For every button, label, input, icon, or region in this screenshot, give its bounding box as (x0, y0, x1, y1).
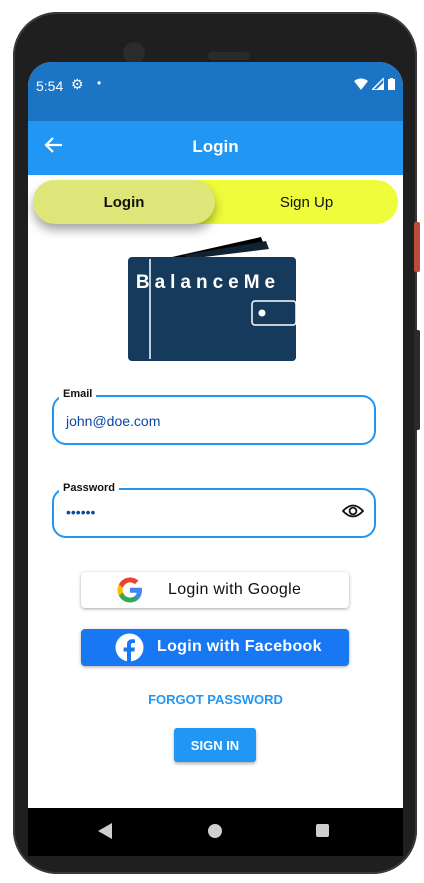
status-icons (354, 78, 395, 90)
signal-icon (372, 78, 384, 90)
app-bar: Login (28, 121, 403, 175)
page-title: Login (192, 137, 239, 156)
facebook-icon (115, 633, 144, 662)
nav-home-icon[interactable] (208, 824, 222, 838)
facebook-label: Login with Facebook (157, 638, 322, 655)
status-bar: 5:54 ⚙ • (28, 62, 403, 121)
system-nav-bar (28, 808, 403, 856)
volume-button (414, 330, 420, 430)
app-screen: 5:54 ⚙ • Login Login Sign Up BalanceMe j… (28, 62, 403, 808)
tab-signup[interactable]: Sign Up (215, 180, 398, 224)
tab-login[interactable]: Login (33, 180, 215, 224)
speaker (208, 52, 250, 60)
status-time: 5:54 (36, 78, 64, 94)
google-icon (117, 577, 142, 603)
sign-in-button[interactable]: SIGN IN (174, 728, 256, 762)
auth-tabs: Login Sign Up (33, 180, 398, 224)
email-field[interactable]: john@doe.com (52, 395, 376, 445)
email-value: john@doe.com (66, 413, 161, 429)
password-label: Password (59, 482, 119, 494)
login-google-button[interactable]: Login with Google (81, 572, 349, 608)
battery-icon (388, 78, 395, 90)
login-facebook-button[interactable]: Login with Facebook (81, 629, 349, 666)
wifi-icon (354, 78, 368, 90)
password-value: •••••• (66, 504, 96, 520)
wallet-logo (128, 237, 297, 361)
notification-dot: • (97, 76, 102, 90)
nav-back-icon[interactable] (98, 823, 112, 839)
logo-text: BalanceMe (135, 272, 281, 293)
nav-recents-icon[interactable] (316, 824, 329, 837)
forgot-password-link[interactable]: FORGOT PASSWORD (28, 692, 403, 707)
gear-icon: ⚙ (71, 76, 84, 92)
password-field[interactable]: •••••• (52, 488, 376, 538)
power-button (414, 222, 420, 272)
google-label: Login with Google (168, 581, 302, 598)
camera (123, 42, 145, 64)
email-label: Email (59, 388, 97, 400)
eye-icon[interactable] (341, 503, 365, 524)
